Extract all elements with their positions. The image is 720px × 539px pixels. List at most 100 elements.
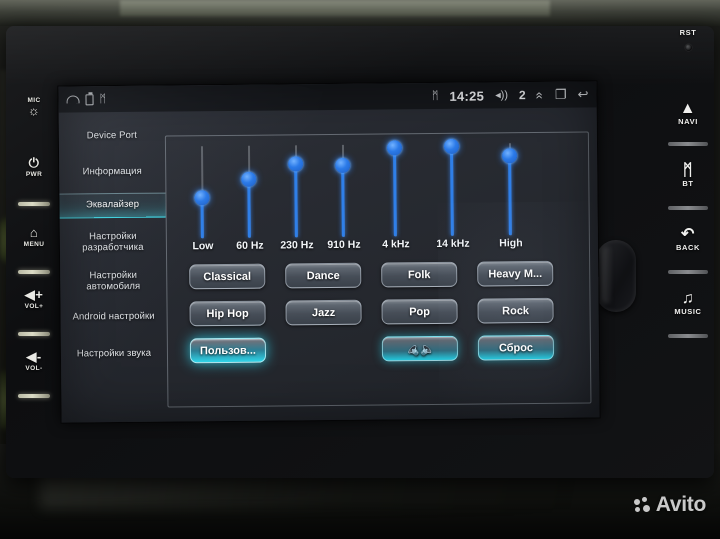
- preset-button-dance[interactable]: Dance: [285, 262, 362, 289]
- sidebar-item-information[interactable]: Информация: [59, 159, 165, 184]
- eq-label-high: High: [499, 237, 523, 250]
- hardware-button-music[interactable]: ♫ MUSIC: [660, 290, 716, 316]
- sidebar-item-developer-settings[interactable]: Настройки разработчика: [60, 224, 166, 260]
- sidebar-item-equalizer[interactable]: Эквалайзер: [59, 192, 166, 218]
- eq-thumb[interactable]: [386, 140, 403, 156]
- avito-logo-icon: [633, 496, 651, 514]
- unit-gloss: [6, 26, 714, 86]
- eq-label-60hz: 60 Hz: [236, 239, 264, 252]
- volume-level: 2: [518, 88, 526, 103]
- notification-home-icon: [66, 95, 80, 104]
- volume-up-icon: ◀+: [24, 287, 44, 302]
- eq-band-230hz[interactable]: 230 Hz: [272, 141, 321, 257]
- music-note-icon: ♫: [681, 290, 695, 307]
- eq-fill: [392, 147, 397, 237]
- right-bezel-bar-4: [668, 334, 708, 338]
- preset-button-folk[interactable]: Folk: [381, 261, 458, 288]
- balance-fader-icon: 🔈: [404, 341, 420, 356]
- navigation-icon: ▲: [679, 100, 697, 117]
- preset-button-rock[interactable]: Rock: [477, 297, 554, 324]
- back-icon[interactable]: ↩: [578, 87, 589, 103]
- hardware-button-volume-down[interactable]: ◀- VOL-: [8, 350, 60, 373]
- status-bar-right-cluster: ᛗ 14:25 ◂)) 2 « ❐ ↩: [432, 87, 589, 105]
- eq-thumb[interactable]: [335, 157, 351, 173]
- dashboard-top-trim-highlight: [120, 0, 550, 16]
- chevron-up-icon[interactable]: «: [533, 91, 548, 98]
- hardware-button-back-label: BACK: [675, 243, 701, 252]
- eq-fill: [341, 164, 345, 237]
- preset-button-hip-hop[interactable]: Hip Hop: [189, 300, 266, 327]
- reset-preset-button[interactable]: Сброс: [477, 334, 555, 361]
- status-clock: 14:25: [449, 88, 485, 104]
- eq-thumb[interactable]: [502, 148, 518, 164]
- bezel-light-bar-3: [18, 332, 50, 336]
- battery-icon: [85, 93, 94, 105]
- bezel-light-bar-1: [18, 202, 50, 206]
- avito-watermark-text: Avito: [655, 493, 707, 516]
- right-hardware-bezel: RST ▲ NAVI ᛗ BT ↶ BACK ♫ MUSIC: [660, 14, 716, 434]
- sidebar-item-android-settings[interactable]: Android настройки: [60, 304, 166, 329]
- eq-band-low[interactable]: Low: [178, 142, 227, 258]
- equalizer-sliders: Low 60 Hz 230 Hz 910 Hz 4 kHz 14 kHz Hig…: [166, 138, 589, 259]
- hardware-button-menu-label: MENU: [23, 241, 45, 248]
- eq-band-4khz[interactable]: 4 kHz: [371, 140, 420, 256]
- eq-band-60hz[interactable]: 60 Hz: [225, 142, 274, 258]
- eq-fill: [247, 178, 251, 238]
- microphone-icon: ☼: [27, 103, 41, 118]
- eq-thumb[interactable]: [194, 190, 210, 206]
- eq-label-910hz: 910 Hz: [327, 238, 361, 252]
- hardware-button-bt[interactable]: ᛗ BT: [660, 162, 716, 188]
- eq-band-high[interactable]: High: [486, 139, 535, 255]
- right-bezel-bar-3: [668, 270, 708, 274]
- sidebar-item-sound-settings[interactable]: Настройки звука: [61, 342, 167, 367]
- hardware-button-power-label: PWR: [25, 171, 43, 178]
- recents-icon[interactable]: ❐: [555, 87, 567, 103]
- eq-label-14khz: 14 kHz: [436, 237, 470, 250]
- hardware-button-volume-down-label: VOL-: [25, 365, 43, 372]
- preset-button-custom[interactable]: Пользов...: [189, 337, 267, 364]
- eq-fill: [508, 155, 512, 236]
- hardware-button-volume-up[interactable]: ◀+ VOL+: [8, 287, 60, 311]
- eq-band-910hz[interactable]: 910 Hz: [319, 141, 368, 257]
- eq-thumb[interactable]: [288, 156, 304, 172]
- eq-thumb[interactable]: [241, 171, 257, 187]
- hardware-button-menu[interactable]: ⌂ MENU: [8, 225, 60, 249]
- hardware-button-mic[interactable]: MIC ☼: [8, 96, 60, 118]
- control-knob[interactable]: [596, 240, 636, 312]
- android-status-bar: ᛗ ᛗ 14:25 ◂)) 2 « ❐ ↩: [58, 81, 597, 113]
- preset-button-classical[interactable]: Classical: [189, 263, 266, 290]
- hardware-button-navi-label: NAVI: [678, 117, 698, 126]
- hardware-button-music-label: MUSIC: [674, 307, 702, 316]
- equalizer-panel: Low 60 Hz 230 Hz 910 Hz 4 kHz 14 kHz Hig…: [164, 131, 592, 408]
- screenshot-root: MIC ☼ ⏻ PWR ⌂ MENU ◀+ VOL+ ◀- VOL- RST ▲…: [0, 0, 720, 539]
- hardware-button-power[interactable]: ⏻ PWR: [8, 155, 60, 179]
- bluetooth-icon: ᛗ: [682, 162, 694, 179]
- sidebar-item-device-port[interactable]: Device Port: [59, 124, 165, 149]
- home-icon: ⌂: [29, 225, 39, 240]
- reset-label: RST: [660, 28, 716, 37]
- eq-fill: [294, 163, 298, 238]
- eq-label-low: Low: [192, 240, 214, 253]
- reset-pinhole-icon[interactable]: [685, 44, 692, 51]
- hardware-button-back[interactable]: ↶ BACK: [660, 226, 716, 252]
- eq-label-230hz: 230 Hz: [280, 239, 314, 252]
- volume-icon: ◂)): [495, 88, 509, 101]
- back-arrow-icon: ↶: [680, 226, 695, 243]
- eq-thumb[interactable]: [443, 138, 460, 154]
- reset-button-label: RST: [679, 28, 697, 37]
- balance-fader-icon-right: 🔈: [419, 341, 435, 356]
- hardware-button-navi[interactable]: ▲ NAVI: [660, 100, 716, 126]
- preset-button-jazz[interactable]: Jazz: [285, 299, 362, 326]
- touchscreen-display[interactable]: ᛗ ᛗ 14:25 ◂)) 2 « ❐ ↩ Device Port Информ…: [58, 81, 600, 423]
- preset-button-pop[interactable]: Pop: [381, 298, 458, 325]
- sidebar-item-car-settings[interactable]: Настройки автомобиля: [60, 263, 166, 299]
- power-icon: ⏻: [28, 155, 40, 170]
- usb-icon: ᛗ: [99, 92, 107, 105]
- bezel-light-bar-2: [18, 270, 50, 274]
- balance-fader-button[interactable]: 🔈 🔈: [381, 335, 459, 362]
- preset-button-heavy-metal[interactable]: Heavy M...: [477, 260, 554, 287]
- eq-label-4khz: 4 kHz: [382, 238, 410, 251]
- eq-band-14khz[interactable]: 14 kHz: [428, 138, 477, 256]
- bluetooth-status-icon: ᛗ: [431, 89, 439, 102]
- right-bezel-bar-2: [668, 206, 708, 210]
